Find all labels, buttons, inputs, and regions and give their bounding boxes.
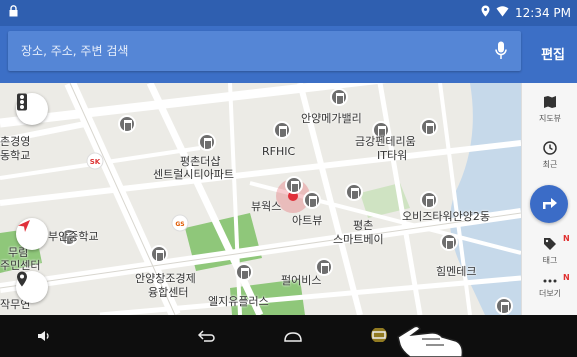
poi-marker[interactable] [273,121,291,139]
poi-marker[interactable] [150,245,168,263]
more-label: 더보기 [538,289,562,298]
poi-marker[interactable] [495,297,513,315]
tag-label: 태그 [542,256,558,265]
traffic-button[interactable] [16,93,48,125]
status-icons: 12:34 PM [481,5,571,20]
place-label[interactable]: 아트뷰 [292,215,322,227]
place-label[interactable]: 안양창조경제 [135,273,196,285]
search-input[interactable]: 장소, 주소, 주변 검색 [8,31,521,71]
place-label[interactable]: 융합센터 [148,287,188,299]
edit-button[interactable]: 편집 [541,44,565,63]
status-bar: 12:34 PM [0,0,577,26]
search-header: 장소, 주소, 주변 검색 편집 [0,26,577,83]
map-canvas: SK GS [0,83,521,315]
place-label[interactable]: 촌경영 [0,136,30,148]
side-panel: 지도뷰 최근 태그 N 더보기 N [521,83,577,315]
place-label[interactable]: 안양메가밸리 [301,113,362,125]
map-pin-button[interactable] [16,271,48,303]
place-label[interactable]: 오비즈타워안양2동 [402,211,490,223]
volume-button[interactable] [32,324,56,348]
current-location-button[interactable] [16,218,48,250]
poi-marker[interactable] [303,191,321,209]
poi-marker[interactable] [235,263,253,281]
place-label[interactable]: 평촌더샵 [180,156,220,168]
place-label[interactable]: 동학교 [0,150,30,162]
turn-right-arrow-icon [540,194,558,214]
back-button[interactable] [195,324,219,348]
poi-marker[interactable] [198,133,216,151]
place-label[interactable]: 센트럴시티아파트 [153,169,234,181]
poi-marker[interactable] [420,191,438,209]
place-label[interactable]: 금강펜테리움 [355,136,416,148]
place-label[interactable]: RFHIC [262,146,295,158]
svg-text:SK: SK [90,158,101,166]
poi-marker[interactable] [420,118,438,136]
clock-icon [522,141,577,157]
place-label[interactable]: 평촌 [353,220,373,232]
map-view-button[interactable]: 지도뷰 [522,95,577,124]
poi-marker[interactable] [345,183,363,201]
place-label[interactable]: 엘지유플러스 [208,296,269,308]
poi-marker[interactable] [118,115,136,133]
more-new-badge: N [563,273,570,282]
tag-new-badge: N [563,234,570,243]
system-nav-bar [0,315,577,357]
place-label[interactable]: 뷰웍스 [251,201,281,213]
pointing-hand-icon [370,315,470,357]
poi-marker[interactable] [440,233,458,251]
location-icon [481,5,490,20]
recent-label: 최근 [542,160,558,169]
mic-icon[interactable] [495,41,507,61]
place-label[interactable]: 힘멘테크 [436,266,476,278]
status-time: 12:34 PM [515,5,571,20]
place-label[interactable]: 부안중학교 [48,231,99,243]
poi-marker[interactable] [330,88,348,106]
map-view[interactable]: SK GS 안양메가밸리 금강펜테리움 IT타워 평촌더샵 센트럴시티아파트 R… [0,83,521,315]
route-button[interactable] [530,185,568,223]
svg-text:GS: GS [175,221,184,228]
wifi-icon [496,5,509,20]
volume-icon [37,327,51,346]
recent-button[interactable]: 최근 [522,141,577,170]
map-icon [522,95,577,111]
search-placeholder: 장소, 주소, 주변 검색 [21,44,129,58]
lock-icon [9,5,18,20]
place-label[interactable]: 스마트베이 [333,234,384,246]
back-arrow-icon [197,327,216,346]
place-label[interactable]: 펄어비스 [281,275,321,287]
poi-marker[interactable] [285,176,303,194]
home-button[interactable] [281,324,305,348]
map-view-label: 지도뷰 [538,114,562,123]
place-label[interactable]: IT타워 [377,150,407,162]
home-icon [284,327,302,346]
